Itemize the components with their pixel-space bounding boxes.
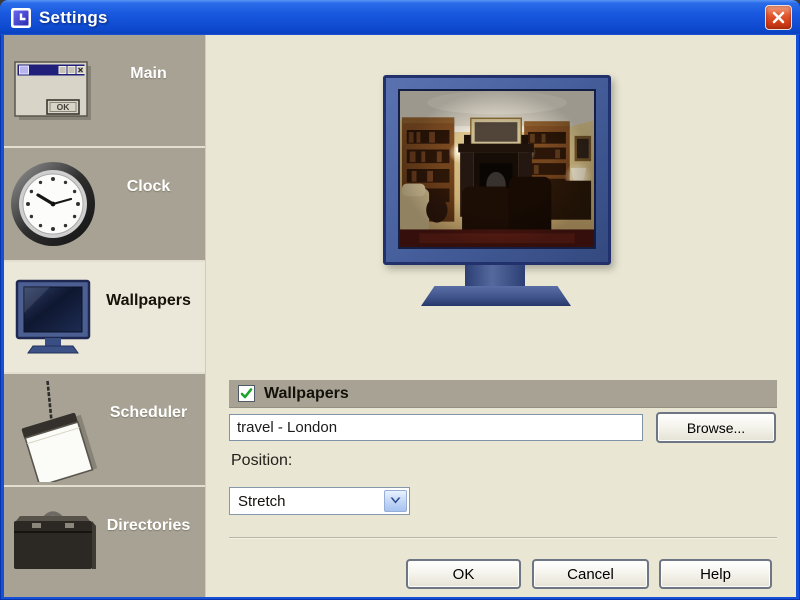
sidebar-item-wallpapers[interactable]: Wallpapers: [4, 262, 205, 374]
sidebar-item-directories[interactable]: Directories: [4, 487, 205, 597]
ok-button-label: OK: [452, 565, 475, 583]
position-label: Position:: [231, 452, 293, 469]
help-button[interactable]: Help: [659, 559, 772, 589]
checkmark-icon: [240, 388, 253, 399]
wallpapers-group-header: Wallpapers: [229, 380, 777, 408]
sidebar-item-scheduler[interactable]: Scheduler: [4, 374, 205, 487]
sidebar-item-clock[interactable]: Clock: [4, 148, 205, 262]
browse-button-label: Browse...: [686, 419, 746, 436]
sidebar-label-wallpapers: Wallpapers: [106, 292, 191, 309]
monitor-stand-neck: [465, 265, 525, 288]
monitor-icon: [4, 279, 102, 355]
notepad-icon: [4, 378, 102, 482]
sidebar-label-scheduler: Scheduler: [109, 404, 188, 421]
cancel-button[interactable]: Cancel: [532, 559, 649, 589]
help-button-label: Help: [700, 565, 731, 583]
wallpapers-enabled-checkbox[interactable]: [238, 385, 255, 402]
window-title: Settings: [39, 7, 108, 27]
settings-window: Settings OK Main Clock Wallpapers Schedu…: [0, 0, 800, 600]
ok-button[interactable]: OK: [406, 559, 521, 589]
sidebar-item-main[interactable]: OK Main: [4, 35, 205, 148]
briefcase-icon: [4, 505, 102, 579]
mini-window-icon: OK: [4, 60, 102, 122]
wallpaper-preview-image: [398, 89, 596, 249]
close-button[interactable]: [765, 5, 792, 30]
monitor-stand-base: [421, 286, 571, 306]
dropdown-arrow-button[interactable]: [384, 490, 407, 512]
svg-text:OK: OK: [57, 102, 71, 112]
sidebar-label-clock: Clock: [126, 178, 171, 195]
wallpaper-filename-input[interactable]: [229, 414, 643, 441]
sidebar-label-directories: Directories: [106, 517, 191, 534]
wallpapers-group-label: Wallpapers: [264, 384, 349, 402]
title-bar: Settings: [0, 0, 800, 35]
sidebar-label-main: Main: [130, 65, 167, 82]
position-dropdown[interactable]: Stretch: [229, 487, 410, 515]
wallpapers-panel: Wallpapers Browse... Position: Stretch O…: [205, 35, 796, 597]
clock-icon: [4, 160, 102, 248]
cancel-button-label: Cancel: [567, 565, 614, 583]
close-icon: [772, 11, 785, 24]
footer-divider: [229, 537, 777, 539]
monitor-frame: [383, 75, 611, 265]
browse-button[interactable]: Browse...: [656, 412, 776, 443]
sidebar: OK Main Clock Wallpapers Scheduler Direc…: [4, 35, 205, 597]
app-clock-icon: [11, 7, 31, 28]
wallpaper-preview-monitor: [383, 75, 611, 307]
chevron-down-icon: [390, 497, 401, 504]
position-selected-value: Stretch: [238, 492, 286, 510]
